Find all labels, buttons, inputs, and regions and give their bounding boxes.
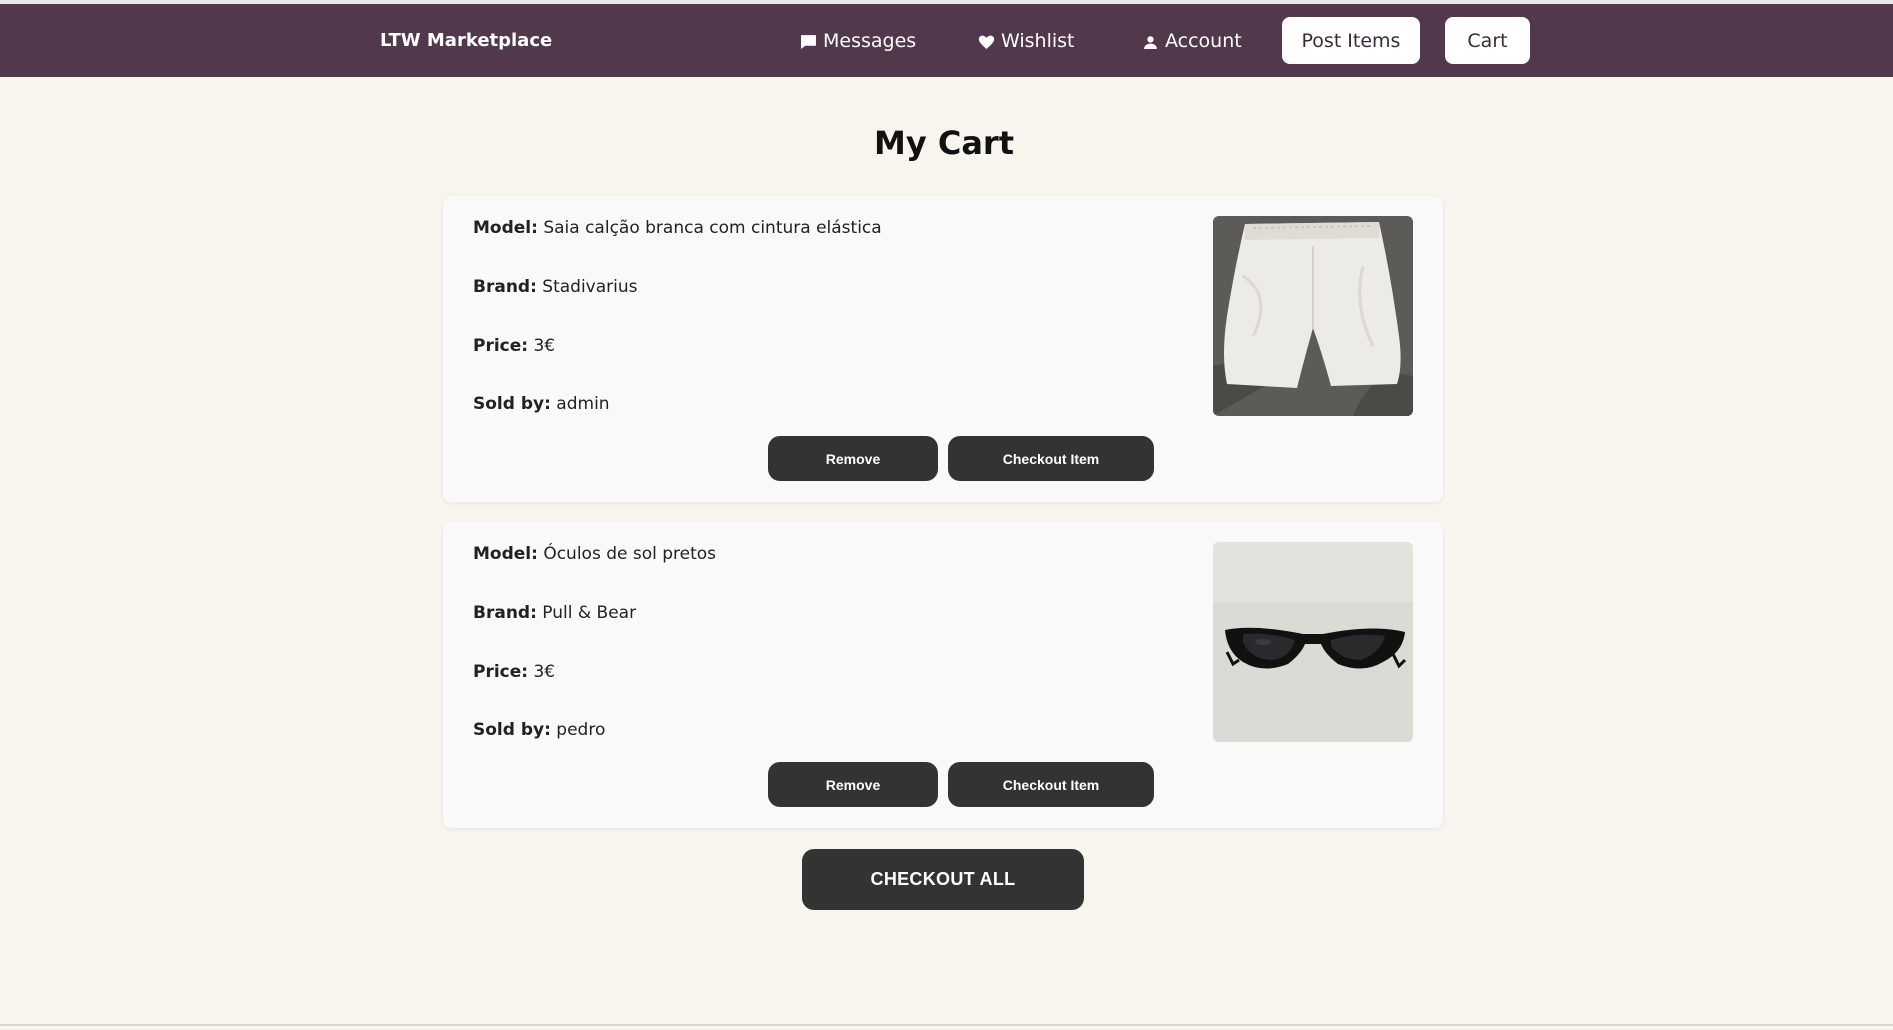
price-label: Price: [473,336,529,356]
model-field: Model: Saia calção branca com cintura el… [473,218,882,238]
remove-button[interactable]: Remove [768,762,938,807]
price-value: 3€ [533,336,556,356]
price-label: Price: [473,662,529,682]
cart-item-card: Model: Óculos de sol pretos Brand: Pull … [443,522,1443,828]
brand-value: Stadivarius [542,277,638,297]
heart-icon [978,35,995,49]
cart-button[interactable]: Cart [1445,17,1530,64]
brand-field: Brand: Stadivarius [473,277,638,297]
brand-value: Pull & Bear [542,603,637,623]
user-icon [1144,35,1157,49]
sold-by-label: Sold by: [473,720,551,740]
product-image-black-sunglasses[interactable] [1213,542,1413,742]
brand-logo[interactable]: LTW Marketplace [380,30,552,51]
cart-item-card: Model: Saia calção branca com cintura el… [443,196,1443,502]
model-field: Model: Óculos de sol pretos [473,544,716,564]
product-image-white-shorts[interactable] [1213,216,1413,416]
nav-messages-label: Messages [823,30,917,52]
brand-label: Brand: [473,277,537,297]
checkout-item-button[interactable]: Checkout Item [948,762,1154,807]
post-items-button[interactable]: Post Items [1282,17,1420,64]
seller-field: Sold by: pedro [473,720,605,740]
sold-by-label: Sold by: [473,394,551,414]
nav-messages[interactable]: Messages [800,30,916,52]
model-value: Óculos de sol pretos [543,544,717,564]
price-field: Price: 3€ [473,662,555,682]
nav-wishlist-label: Wishlist [1001,30,1075,52]
page-title: My Cart [874,124,1014,162]
seller-field: Sold by: admin [473,394,610,414]
seller-value: admin [556,394,610,414]
model-value: Saia calção branca com cintura elástica [543,218,882,238]
brand-label: Brand: [473,603,537,623]
remove-button[interactable]: Remove [768,436,938,481]
chat-bubble-icon [801,34,816,49]
nav-account-label: Account [1165,30,1242,52]
seller-value: pedro [556,720,606,740]
navbar: LTW Marketplace Messages Wishlist Accoun… [0,4,1893,77]
nav-wishlist[interactable]: Wishlist [978,30,1075,52]
price-field: Price: 3€ [473,336,555,356]
model-label: Model: [473,544,538,564]
checkout-item-button[interactable]: Checkout Item [948,436,1154,481]
checkout-all-button[interactable]: CHECKOUT ALL [802,849,1084,910]
brand-field: Brand: Pull & Bear [473,603,636,623]
model-label: Model: [473,218,538,238]
price-value: 3€ [533,662,556,682]
bottom-border [0,1024,1893,1026]
nav-account[interactable]: Account [1142,30,1242,52]
